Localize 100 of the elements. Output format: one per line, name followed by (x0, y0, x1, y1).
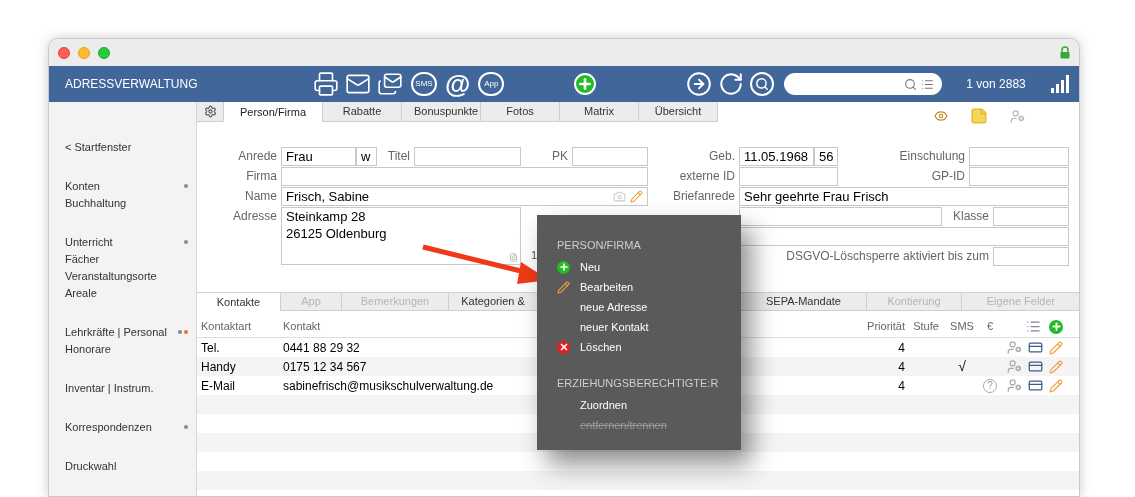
lock-icon (1060, 46, 1070, 59)
gender-field[interactable]: w (356, 146, 377, 166)
field-label: Titel (386, 148, 411, 165)
input-field[interactable] (993, 206, 1069, 226)
input-field[interactable] (572, 146, 648, 166)
sidebar-item[interactable]: Druckwahl (65, 457, 117, 475)
forward-button[interactable] (686, 71, 713, 97)
card-icon[interactable] (1028, 359, 1043, 374)
sidebar-item[interactable]: Unterricht (65, 233, 113, 251)
input-field[interactable] (993, 246, 1069, 266)
note-icon[interactable] (970, 107, 988, 125)
card-icon[interactable] (1028, 378, 1043, 393)
field-label: Firma (245, 168, 278, 185)
search-button[interactable] (750, 72, 775, 96)
sidebar-item[interactable]: Honorare (65, 340, 111, 358)
pencil-icon[interactable] (1049, 340, 1063, 355)
column-header: Kontakt (283, 318, 321, 334)
tab[interactable]: Fotos (481, 102, 560, 122)
sidebar-item[interactable]: Areale (65, 284, 97, 302)
pencil-icon[interactable] (630, 189, 643, 203)
input-field[interactable] (281, 166, 648, 186)
sms-check: √ (958, 357, 966, 376)
table-cell-text: 0175 12 34 567 (283, 358, 367, 376)
search-icon (755, 77, 770, 91)
settings-tab[interactable] (197, 102, 224, 122)
sidebar-item[interactable]: Buchhaltung (65, 194, 127, 212)
list-icon[interactable] (1026, 319, 1041, 334)
record-counter: 1 von 2883 (966, 76, 1026, 93)
menu-item[interactable]: Bearbeiten (537, 277, 741, 297)
sidebar-item[interactable]: Fächer (65, 250, 100, 268)
input-field[interactable] (969, 166, 1069, 186)
tab[interactable]: Rabatte (323, 102, 402, 122)
document-icon (509, 253, 518, 262)
plus-icon (577, 76, 594, 92)
mails-button[interactable] (377, 71, 403, 97)
table-cell-text: 4 (897, 358, 905, 376)
user-settings-icon[interactable] (1007, 340, 1022, 355)
add-button[interactable] (574, 73, 597, 95)
menu-section-title: PERSON/FIRMA (556, 238, 642, 253)
field-label: externe ID (678, 168, 736, 185)
tab[interactable]: Matrix (560, 102, 639, 122)
field-label: Einschulung (898, 148, 966, 165)
pencil-icon[interactable] (1049, 359, 1063, 374)
user-settings-icon[interactable] (1010, 108, 1025, 124)
menu-item[interactable]: Neu (537, 257, 741, 277)
column-header: Priorität (866, 318, 905, 334)
column-header: € (985, 318, 995, 334)
sidebar-item[interactable]: Lehrkräfte | Personal (65, 323, 167, 341)
user-settings-icon[interactable] (1007, 359, 1022, 374)
menu-item[interactable]: neuer Kontakt (537, 317, 741, 337)
minimize-button[interactable] (78, 46, 90, 59)
refresh-button[interactable] (718, 71, 745, 97)
app-title: ADRESSVERWALTUNG (65, 76, 199, 93)
name-field[interactable]: Frisch, Sabine (281, 186, 648, 206)
camera-icon[interactable] (613, 189, 626, 203)
table-cell-text: E-Mail (200, 377, 236, 395)
back-link[interactable]: < Startfenster (65, 139, 188, 156)
tab[interactable]: Kategorien & (449, 293, 538, 311)
input-field[interactable] (739, 166, 838, 186)
zoom-button[interactable] (98, 46, 110, 59)
pencil-icon[interactable] (1049, 378, 1063, 393)
letter-salutation-field[interactable]: Sehr geehrte Frau Frisch (739, 186, 1069, 206)
add-contact-button[interactable] (1049, 319, 1063, 334)
tab[interactable]: SEPA-Mandate (741, 293, 867, 311)
address-line: 26125 Oldenburg (286, 225, 388, 242)
sidebar-item[interactable]: Inventar | Instrum. (65, 379, 154, 397)
pencil-icon (557, 280, 570, 294)
close-button[interactable] (58, 46, 70, 59)
sidebar-item[interactable]: Konten (65, 177, 100, 195)
sidebar-item[interactable]: Veranstaltungsorte (65, 267, 157, 285)
input-field[interactable] (739, 226, 1069, 246)
speech-bubble-button[interactable]: App (478, 72, 505, 96)
birthdate-field[interactable]: 11.05.1968 (739, 146, 814, 166)
input-field[interactable] (414, 146, 521, 166)
table-cell-text: Tel. (200, 339, 221, 357)
salutation-field[interactable]: Frau (281, 146, 356, 166)
menu-item[interactable]: Zuordnen (537, 395, 741, 415)
input-field[interactable] (739, 206, 942, 226)
menu-item[interactable]: neue Adresse (537, 297, 741, 317)
search-icon (904, 77, 918, 91)
user-settings-icon[interactable] (1007, 378, 1022, 393)
gear-icon (203, 105, 217, 118)
search-field[interactable] (784, 73, 943, 95)
field-label: Anrede (237, 148, 278, 165)
field-label: PK (551, 148, 569, 165)
input-field[interactable] (969, 146, 1069, 166)
address-field[interactable]: Steinkamp 28 26125 Oldenburg (281, 207, 521, 265)
menu-item[interactable]: Löschen (537, 337, 741, 357)
delete-icon (557, 340, 570, 354)
tab[interactable]: Bonuspunkte (402, 102, 481, 122)
tab[interactable]: Übersicht (639, 102, 718, 122)
table-cell-text: sabinefrisch@musikschulverwaltung.de (283, 377, 494, 395)
speech-bubble-button[interactable]: SMS (411, 72, 437, 96)
sidebar-item[interactable]: Korrespondenzen (65, 418, 152, 436)
eye-icon[interactable] (934, 109, 948, 123)
card-icon[interactable] (1028, 340, 1043, 355)
age-field[interactable]: 56 (814, 146, 838, 166)
at-button[interactable]: @ (445, 71, 471, 97)
printer-button[interactable] (313, 71, 339, 97)
address-line: Steinkamp 28 (286, 208, 367, 225)
